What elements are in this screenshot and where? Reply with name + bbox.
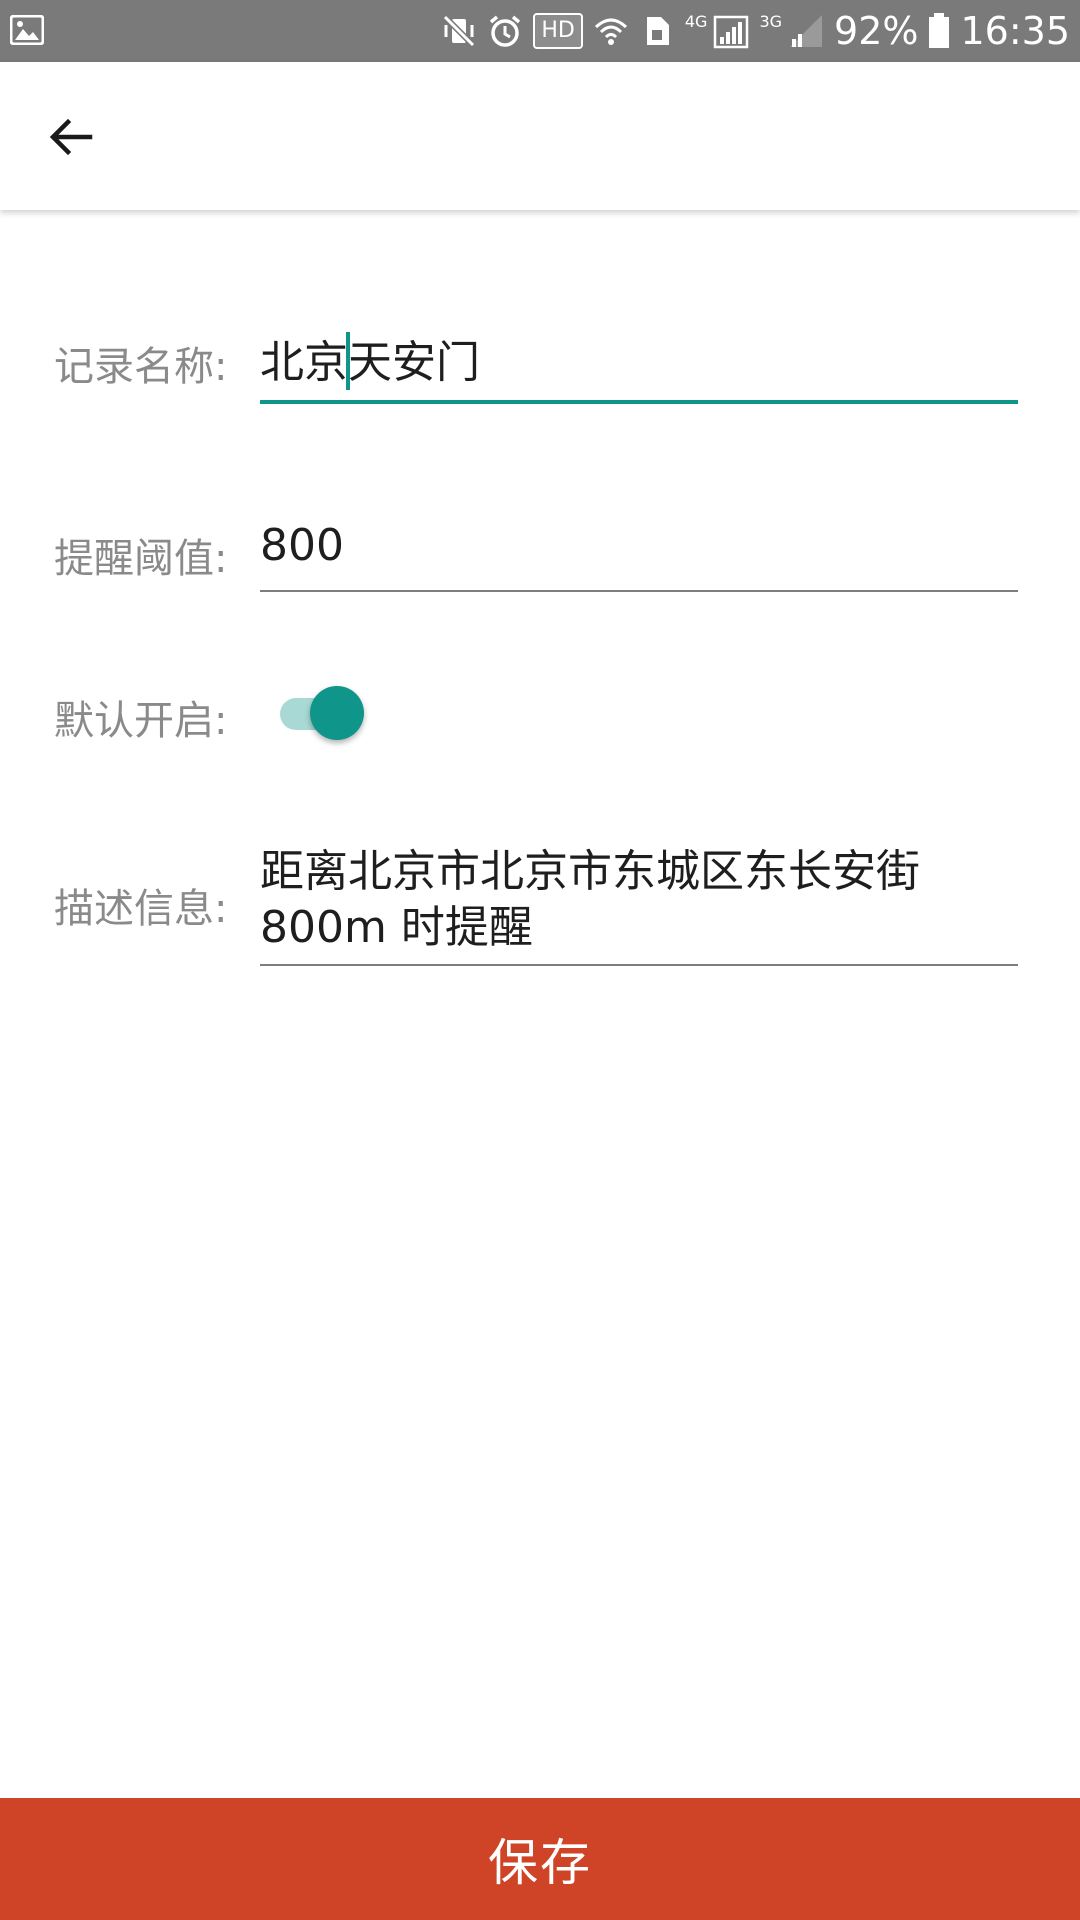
record-name-text-after-cursor: 天安门	[348, 337, 480, 388]
description-label: 描述信息:	[54, 886, 228, 932]
default-on-toggle[interactable]	[276, 684, 366, 742]
signal-weak-icon	[790, 15, 823, 47]
threshold-input[interactable]: 800	[260, 520, 1018, 571]
network-4g-label: 4G	[684, 11, 708, 31]
record-name-input[interactable]: 北京天安门	[260, 326, 1018, 394]
toggle-thumb	[310, 686, 364, 740]
clock: 16:35	[960, 9, 1070, 53]
alarm-icon	[490, 15, 521, 47]
record-name-label: 记录名称:	[54, 344, 228, 390]
description-underline	[260, 964, 1018, 966]
status-bar: HD 4G 3G 92% 16:35	[0, 0, 1080, 62]
sim-icon	[646, 17, 669, 45]
default-on-label: 默认开启:	[54, 698, 228, 744]
back-button[interactable]	[36, 102, 106, 172]
network-3g-label: 3G	[759, 11, 783, 31]
description-line-2: 800m 时提醒	[260, 902, 533, 953]
wifi-icon	[594, 18, 627, 45]
battery-icon	[929, 13, 950, 48]
mute-vibrate-icon	[443, 14, 476, 48]
description-input[interactable]: 距离北京市北京市东城区东长安街 800m 时提醒	[260, 844, 1018, 956]
gallery-icon	[10, 15, 44, 45]
signal-icon	[714, 15, 749, 49]
record-name-text-before-cursor: 北京	[260, 337, 348, 388]
status-icons: HD 4G 3G 92% 16:35	[441, 0, 1070, 62]
text-cursor	[346, 332, 350, 390]
description-line-1: 距离北京市北京市东城区东长安街	[260, 846, 920, 897]
threshold-label: 提醒阈值:	[54, 536, 228, 582]
arrow-back-icon	[49, 118, 93, 156]
threshold-underline	[260, 590, 1018, 592]
battery-percent: 92%	[834, 9, 919, 53]
app-toolbar	[0, 62, 1080, 210]
save-button[interactable]: 保存	[0, 1798, 1080, 1920]
hd-badge: HD	[533, 13, 583, 49]
record-name-underline	[260, 400, 1018, 404]
